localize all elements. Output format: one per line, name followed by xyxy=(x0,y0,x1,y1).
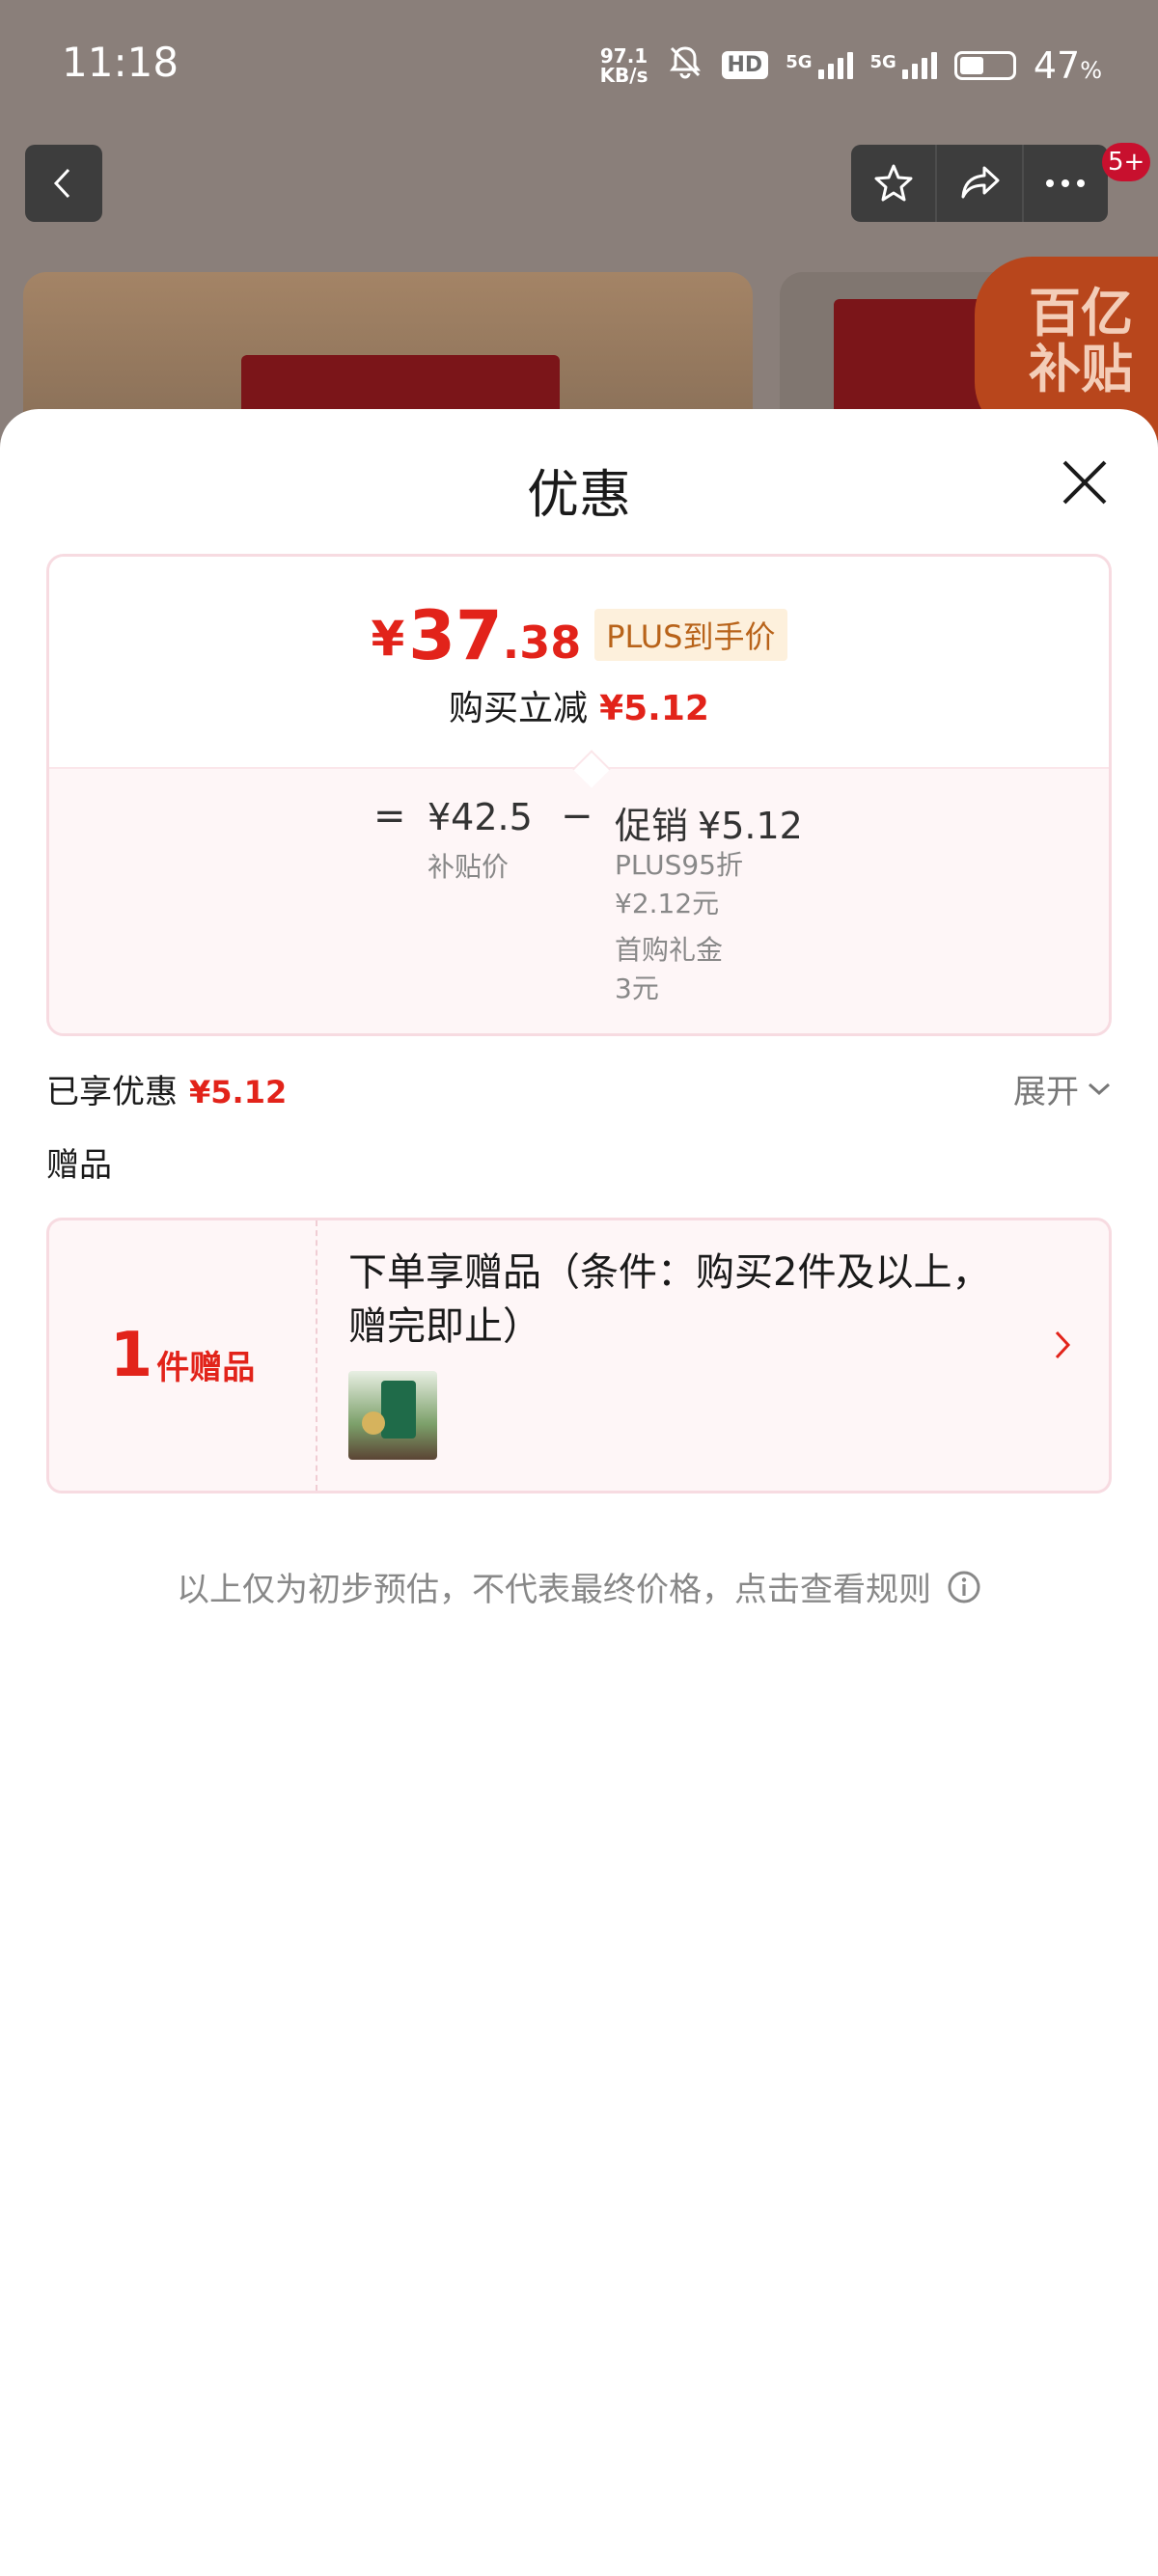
enjoyed-discount-row: 已享优惠 ¥5.12 展开 xyxy=(46,1065,1112,1113)
share-button[interactable] xyxy=(937,145,1024,222)
info-icon xyxy=(948,1571,980,1603)
share-icon xyxy=(961,166,1000,199)
equals-sign: = xyxy=(373,794,406,838)
sheet-title: 优惠 xyxy=(527,464,631,525)
battery-percent: 47% xyxy=(1033,43,1102,87)
subsidy-price: ¥42.5 xyxy=(427,796,533,838)
status-time: 11:18 xyxy=(62,39,179,86)
notification-badge: 5+ xyxy=(1102,143,1151,181)
subsidy-price-label: 补贴价 xyxy=(427,851,510,883)
battery-icon xyxy=(953,50,1016,80)
instant-discount: 购买立减 ¥5.12 xyxy=(449,689,709,728)
gift-count: 1 件赠品 xyxy=(49,1220,317,1491)
enjoyed-label: 已享优惠 xyxy=(46,1073,178,1111)
status-icons: 97.1 KB/s HD 5G 5G 47% xyxy=(600,42,1102,88)
signal-icon-1: 5G xyxy=(786,51,853,79)
net-speed: 97.1 KB/s xyxy=(599,43,648,87)
promo-item: ¥2.12元 xyxy=(615,888,720,919)
final-price: ¥ 37 .38 xyxy=(371,596,582,675)
gift-thumbnail[interactable] xyxy=(348,1371,437,1460)
promo-details: PLUS95折 ¥2.12元 首购礼金 3元 xyxy=(615,846,743,1008)
discount-sheet: 优惠 ¥ 37 .38 PLUS到手价 购买立减 ¥5.12 = ¥42.5 补贴… xyxy=(0,409,1158,2576)
star-icon xyxy=(874,164,913,202)
more-button[interactable] xyxy=(1024,145,1108,222)
promo-total: 促销 ¥5.12 xyxy=(615,805,803,847)
enjoyed-amount: ¥5.12 xyxy=(189,1074,288,1110)
subsidy-badge-line2: 补贴 xyxy=(1029,339,1133,399)
subsidy-badge-line1: 百亿 xyxy=(1029,283,1133,343)
back-button[interactable] xyxy=(25,145,102,222)
top-actions xyxy=(851,145,1108,222)
bell-muted-icon xyxy=(666,42,704,88)
hd-voice-icon: HD xyxy=(721,51,769,79)
close-icon xyxy=(1062,460,1107,505)
chevron-down-icon xyxy=(1088,1082,1111,1095)
gift-card[interactable]: 1 件赠品 下单享赠品（条件：购买2件及以上，赠完即止） xyxy=(46,1218,1112,1494)
favorite-button[interactable] xyxy=(851,145,938,222)
price-summary: ¥ 37 .38 PLUS到手价 购买立减 ¥5.12 xyxy=(49,557,1109,767)
status-bar: 11:18 97.1 KB/s HD 5G 5G 47% xyxy=(0,0,1158,135)
rules-disclaimer[interactable]: 以上仅为初步预估，不代表最终价格，点击查看规则 xyxy=(0,1563,1158,1610)
promo-item: 3元 xyxy=(615,973,659,1004)
price-card: ¥ 37 .38 PLUS到手价 购买立减 ¥5.12 = ¥42.5 补贴价 −… xyxy=(46,554,1112,1036)
promo-item: 首购礼金 xyxy=(615,934,724,966)
minus-sign: − xyxy=(561,794,593,838)
promo-item: PLUS95折 xyxy=(615,849,743,881)
price-breakdown: = ¥42.5 补贴价 − 促销 ¥5.12 PLUS95折 ¥2.12元 首购礼… xyxy=(49,750,1109,1033)
more-dots-icon xyxy=(1046,179,1086,187)
signal-icon-2: 5G xyxy=(870,51,937,79)
close-button[interactable] xyxy=(1056,453,1114,511)
chevron-left-icon xyxy=(53,168,70,199)
expand-button[interactable]: 展开 xyxy=(1013,1065,1112,1112)
chevron-right-icon xyxy=(1053,1329,1072,1365)
gift-description: 下单享赠品（条件：购买2件及以上，赠完即止） xyxy=(348,1250,991,1349)
gift-section-title: 赠品 xyxy=(46,1146,112,1185)
plus-price-tag: PLUS到手价 xyxy=(594,609,787,661)
